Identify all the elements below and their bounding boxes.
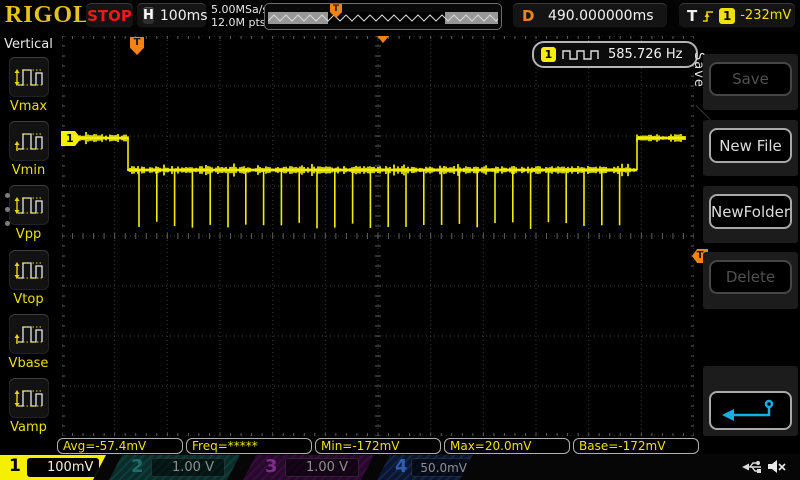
memory-depth: 12.0M pts [211, 16, 266, 29]
vamp-icon [14, 389, 43, 407]
measurement-readout-avg: Avg=-57.4mV [57, 438, 183, 454]
channel-number: 2 [131, 456, 144, 477]
sample-rate: 5.00MSa/s [211, 3, 269, 16]
measure-item-label: Vbase [8, 356, 49, 371]
measurement-readout-max: Max=20.0mV [444, 438, 570, 454]
channel-number: 3 [265, 456, 278, 477]
measure-item-label: Vtop [13, 292, 44, 307]
vmax-button[interactable] [9, 57, 49, 97]
channel-scale-box: 50.0mV [411, 458, 471, 477]
channel-scale-box: 1.00 V [285, 458, 359, 477]
measurement-readout-min: Min=-172mV [315, 438, 441, 454]
rigol-logo: RIGOL [5, 2, 91, 28]
trigger-readout-group[interactable]: T 1 -232mV [679, 3, 795, 28]
measurement-readout-base: Base=-172mV [573, 438, 699, 454]
channel4-status[interactable]: 4 50.0mV [377, 455, 473, 480]
channel3-status[interactable]: 3 1.00 V [243, 455, 374, 480]
return-arrow-icon [721, 399, 773, 421]
vpp-icon [14, 196, 43, 214]
new-folder-button[interactable]: NewFolder [709, 194, 792, 229]
oscilloscope-screen: RIGOL STOP H 100ms 5.00MSa/s 12.0M pts T… [0, 0, 800, 480]
vamp-button[interactable] [9, 378, 49, 418]
timebase-label: H [143, 7, 154, 24]
channel1-trace [61, 35, 695, 437]
squarewave-icon [562, 49, 599, 60]
vpp-button[interactable] [9, 185, 49, 225]
rising-edge-icon [703, 10, 714, 22]
channel-scale: 1.00 V [306, 460, 348, 475]
run-state-indicator[interactable]: STOP [86, 3, 133, 28]
delay-value: 490.000000ms [547, 7, 654, 24]
page-indicator-dots [5, 193, 10, 235]
speaker-muted-icon[interactable] [766, 458, 788, 475]
channel-scale-box: 100mV [27, 458, 99, 477]
return-button[interactable] [709, 391, 792, 430]
vmax-icon [14, 68, 43, 86]
delay-label: D [522, 6, 535, 25]
vmin-icon [14, 132, 43, 151]
memory-waveform-icon [268, 14, 498, 22]
channel2-status[interactable]: 2 1.00 V [109, 455, 240, 480]
channel-scale: 1.00 V [172, 460, 214, 475]
measurement-readout-freq: Freq=***** [186, 438, 312, 454]
channel-status-bar: 1 100mV 2 1.00 V 3 1.00 V 4 50.0mV [0, 454, 800, 480]
left-menu-title: Vertical [4, 37, 53, 52]
trigger-level-value: -232mV [740, 8, 792, 23]
vbase-icon [14, 325, 43, 344]
top-status-bar: RIGOL STOP H 100ms 5.00MSa/s 12.0M pts T… [0, 0, 800, 32]
channel-number: 1 [9, 456, 21, 476]
freq-counter-value: 585.726 Hz [608, 47, 683, 62]
usb-icon[interactable] [740, 459, 764, 474]
delay-readout-group[interactable]: D 490.000000ms [513, 3, 667, 28]
measure-item-label: Vamp [10, 420, 47, 435]
channel-scale: 50.0mV [420, 460, 467, 475]
new-file-button[interactable]: New File [709, 128, 792, 163]
measure-item-label: Vmin [11, 163, 46, 178]
freq-counter-channel-badge: 1 [541, 47, 556, 62]
vmin-button[interactable] [9, 121, 49, 161]
frequency-counter: 1 585.726 Hz [532, 41, 698, 68]
vbase-button[interactable] [9, 314, 49, 354]
channel-number: 4 [395, 456, 408, 477]
vtop-icon [14, 261, 43, 279]
waveform-display [61, 35, 695, 437]
trigger-label: T [687, 6, 698, 25]
measure-item-label: Vmax [9, 99, 48, 114]
timebase-value: 100ms [159, 7, 208, 24]
memory-position-bar[interactable]: T [264, 3, 502, 30]
channel-scale-box: 1.00 V [151, 458, 225, 477]
acquisition-info: 5.00MSa/s 12.0M pts [211, 3, 268, 29]
horizontal-timebase-group[interactable]: H 100ms [137, 3, 208, 28]
trigger-source-badge: 1 [719, 7, 736, 24]
channel1-status[interactable]: 1 100mV [0, 455, 106, 480]
memory-waveform-strip [268, 12, 498, 24]
vtop-button[interactable] [9, 250, 49, 290]
trigger-delay-indicator [377, 36, 389, 43]
channel-scale: 100mV [47, 460, 94, 475]
save-button[interactable]: Save [709, 62, 792, 96]
delete-button[interactable]: Delete [709, 260, 792, 294]
